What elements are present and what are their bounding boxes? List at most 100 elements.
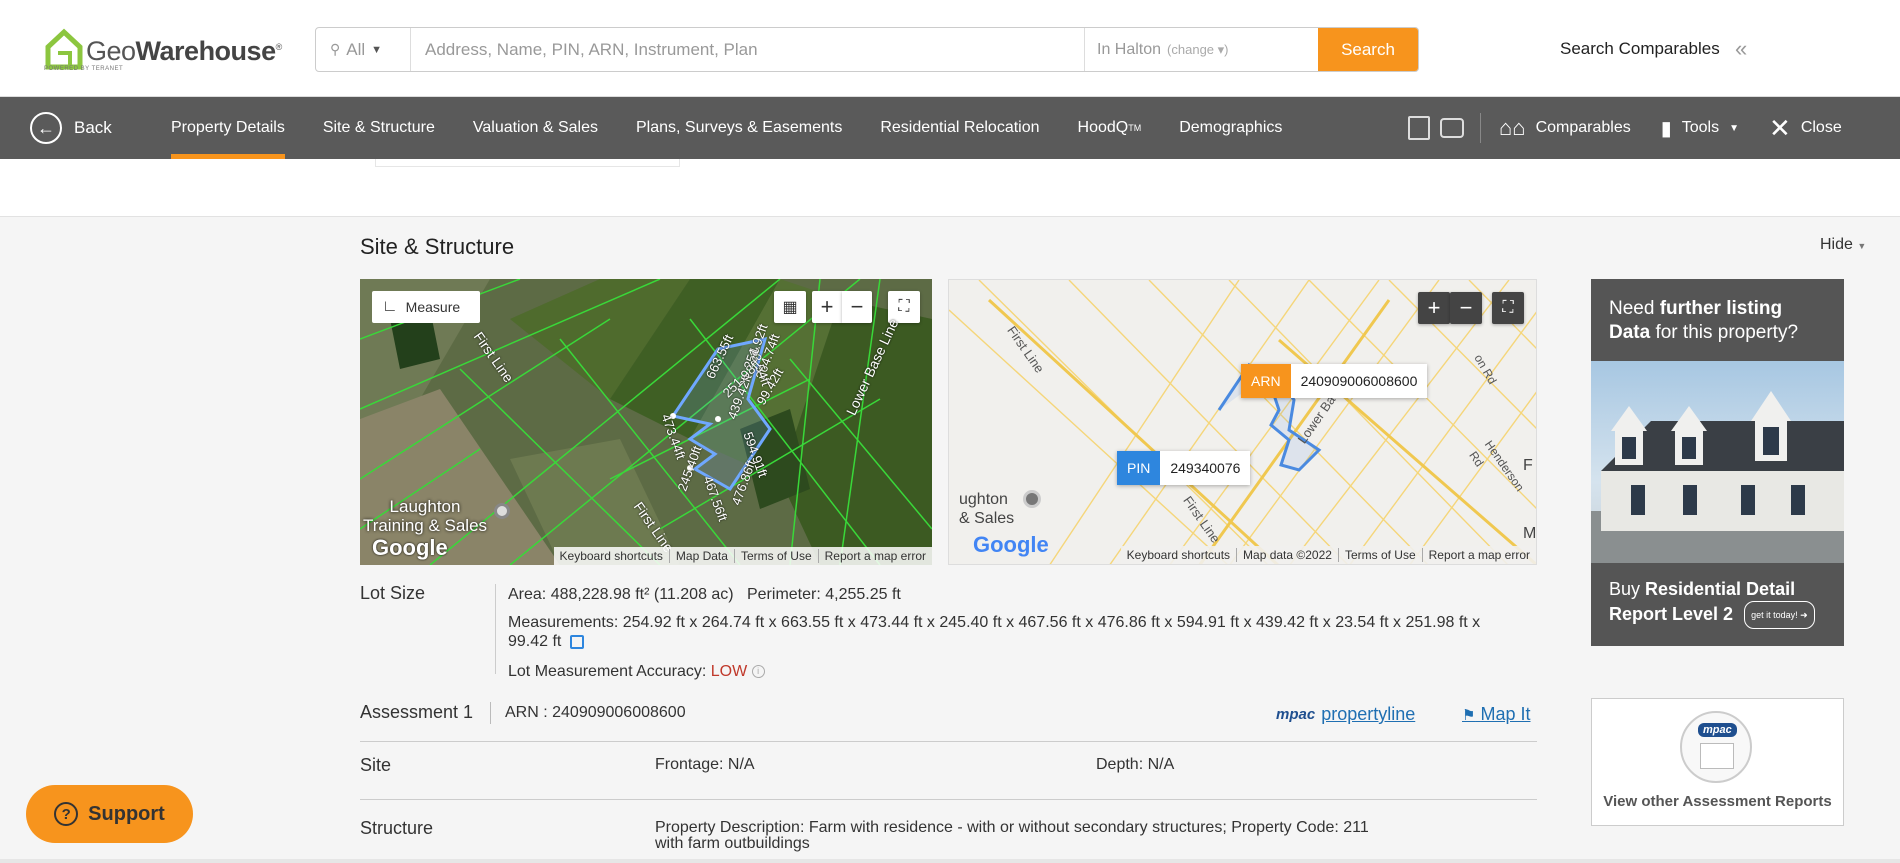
double-chevron-left-icon[interactable]: « [1735, 36, 1747, 62]
property-description-line1: Property Description: Farm with residenc… [655, 819, 1369, 836]
assessment-reports-card[interactable]: mpac View other Assessment Reports [1591, 698, 1844, 826]
pin-marker[interactable]: PIN 249340076 [1117, 451, 1251, 485]
mpac-logo: mpac [1276, 706, 1316, 723]
lot-accuracy-row: Lot Measurement Accuracy: LOW i [508, 662, 765, 681]
map-attribution: Keyboard shortcuts Map data ©2022 Terms … [1120, 546, 1536, 564]
keyboard-shortcuts-link[interactable]: Keyboard shortcuts [554, 549, 669, 563]
house-photo [1591, 361, 1844, 563]
map-it-label: Map It [1480, 704, 1531, 724]
close-button[interactable]: ✕ Close [1769, 115, 1842, 141]
mpac-report-icon: mpac [1680, 711, 1752, 783]
info-icon[interactable]: i [751, 665, 765, 679]
zoom-in-button[interactable]: + [812, 291, 842, 323]
accuracy-value: LOW [710, 663, 748, 680]
tab-site-structure[interactable]: Site & Structure [323, 97, 435, 159]
print-icon[interactable] [1440, 118, 1464, 138]
search-input[interactable] [411, 28, 1084, 71]
bottom-scroll-edge [0, 859, 1900, 863]
tab-demographics[interactable]: Demographics [1179, 97, 1282, 159]
close-icon: ✕ [1769, 113, 1791, 143]
property-description-line2: with farm outbuildings [655, 835, 810, 852]
tab-hoodq-tm: TM [1128, 123, 1142, 133]
location-pin-icon [494, 503, 510, 519]
ruler-icon: ∟ [382, 298, 398, 315]
back-button[interactable]: ← Back [30, 112, 112, 144]
promo-line2-b: for this property? [1650, 322, 1799, 343]
map-data-link[interactable]: Map Data [668, 549, 734, 563]
tools-menu[interactable]: ▮ Tools ▼ [1661, 116, 1739, 141]
perimeter-value: 4,255.25 ft [820, 586, 901, 603]
promo-cta-text: Buy Residential Detail Report Level 2 ge… [1609, 577, 1815, 629]
google-logo: Google [372, 535, 448, 560]
google-logo-text: Google [973, 532, 1049, 557]
lot-area-row: Area: 488,228.98 ft² (11.208 ac) Perimet… [508, 585, 901, 604]
keyboard-shortcuts-link[interactable]: Keyboard shortcuts [1121, 548, 1236, 562]
tab-hoodq[interactable]: HoodQ TM [1078, 97, 1142, 159]
location-pin-icon [1023, 490, 1041, 508]
property-nav-bar: ← Back Property Details Site & Structure… [0, 97, 1900, 159]
depth-value: Depth: N/A [1096, 756, 1175, 773]
report-error-link[interactable]: Report a map error [1421, 548, 1536, 562]
arrow-left-icon: ← [30, 112, 62, 144]
measurements-value: 254.92 ft x 264.74 ft x 663.55 ft x 473.… [618, 614, 1481, 631]
tab-property-details[interactable]: Property Details [171, 97, 285, 159]
map-it-link[interactable]: ⚑ Map It [1462, 704, 1531, 725]
tab-valuation-sales[interactable]: Valuation & Sales [473, 97, 598, 159]
promo-buy-b: Residential Detail [1645, 579, 1796, 599]
comparables-label: Comparables [1535, 119, 1631, 136]
search-button[interactable]: Search [1318, 28, 1418, 71]
map-pin-icon: ⚑ [1462, 707, 1476, 724]
search-location[interactable]: In Halton (change ▾) [1084, 28, 1318, 71]
terms-link[interactable]: Terms of Use [1337, 548, 1422, 562]
zoom-in-button[interactable]: + [1418, 292, 1450, 324]
lot-measurements-row: Measurements: 254.92 ft x 264.74 ft x 66… [508, 613, 1508, 651]
promo-headline: Need further listing Data for this prope… [1591, 279, 1844, 361]
copy-icon[interactable] [569, 634, 584, 649]
logo-powered-by: POWERED BY TERANET [44, 66, 124, 72]
promo-line1-a: Need [1609, 298, 1660, 319]
change-location-link[interactable]: (change ▾) [1167, 42, 1228, 58]
search-scope-dropdown[interactable]: ⚲ All ▼ [316, 28, 411, 71]
frontage-value: Frontage: N/A [655, 756, 755, 773]
map-edge-letter: F [1523, 457, 1533, 474]
zoom-out-button[interactable]: − [842, 291, 872, 323]
logo-reg: ® [275, 41, 283, 52]
upsell-promo-card[interactable]: Need further listing Data for this prope… [1591, 279, 1844, 646]
arn-marker[interactable]: ARN 240909006008600 [1241, 364, 1428, 398]
map-data-label: Map data ©2022 [1236, 548, 1338, 562]
place-label: Laughton Training & Sales [362, 497, 488, 535]
tab-plans-surveys-easements[interactable]: Plans, Surveys & Easements [636, 97, 842, 159]
assessment-divider [490, 702, 491, 724]
hide-section-toggle[interactable]: Hide ▼ [1820, 236, 1866, 254]
report-error-link[interactable]: Report a map error [817, 549, 932, 563]
pin-marker-key: PIN [1117, 451, 1161, 485]
search-icon: ⚲ [330, 41, 341, 57]
map-layers-button[interactable]: ▦ [774, 291, 806, 323]
content-top-strip [0, 159, 1900, 217]
accuracy-label: Lot Measurement Accuracy: [508, 663, 707, 680]
satellite-map[interactable]: ∟ Measure ▦ + − ⛶ 663.55ft 254.92ft 264.… [360, 279, 932, 565]
promo-buy-a: Buy [1609, 579, 1646, 599]
mpac-propertyline-link[interactable]: mpac propertyline [1276, 704, 1415, 725]
search-scope-label: All [346, 39, 366, 59]
search-comparables-link[interactable]: Search Comparables [1560, 39, 1720, 59]
back-label: Back [74, 118, 112, 137]
search-bar: ⚲ All ▼ In Halton (change ▾) Search [315, 27, 1419, 72]
view-assessment-reports-label: View other Assessment Reports [1603, 793, 1832, 810]
get-it-today-button[interactable]: get it today! ➜ [1744, 601, 1815, 629]
fullscreen-button[interactable]: ⛶ [1492, 292, 1524, 324]
pdf-report-icon[interactable] [1408, 116, 1430, 140]
place-label: ughton & Sales [959, 491, 1015, 527]
site-divider-line [360, 799, 1537, 800]
promo-line2-a: Data [1609, 322, 1651, 343]
support-button[interactable]: ? Support [26, 785, 193, 843]
caret-down-icon: ▼ [1729, 122, 1740, 134]
pin-marker-value: 249340076 [1170, 460, 1241, 476]
nav-divider [1480, 113, 1481, 143]
road-map[interactable]: + − ⛶ First Line First Line Lower Ba Hen… [948, 279, 1537, 565]
terms-link[interactable]: Terms of Use [733, 549, 818, 563]
comparables-button[interactable]: ⌂⌂ Comparables [1499, 115, 1631, 141]
tab-residential-relocation[interactable]: Residential Relocation [880, 97, 1039, 159]
zoom-out-button[interactable]: − [1450, 292, 1482, 324]
measure-tool-button[interactable]: ∟ Measure [372, 291, 480, 323]
